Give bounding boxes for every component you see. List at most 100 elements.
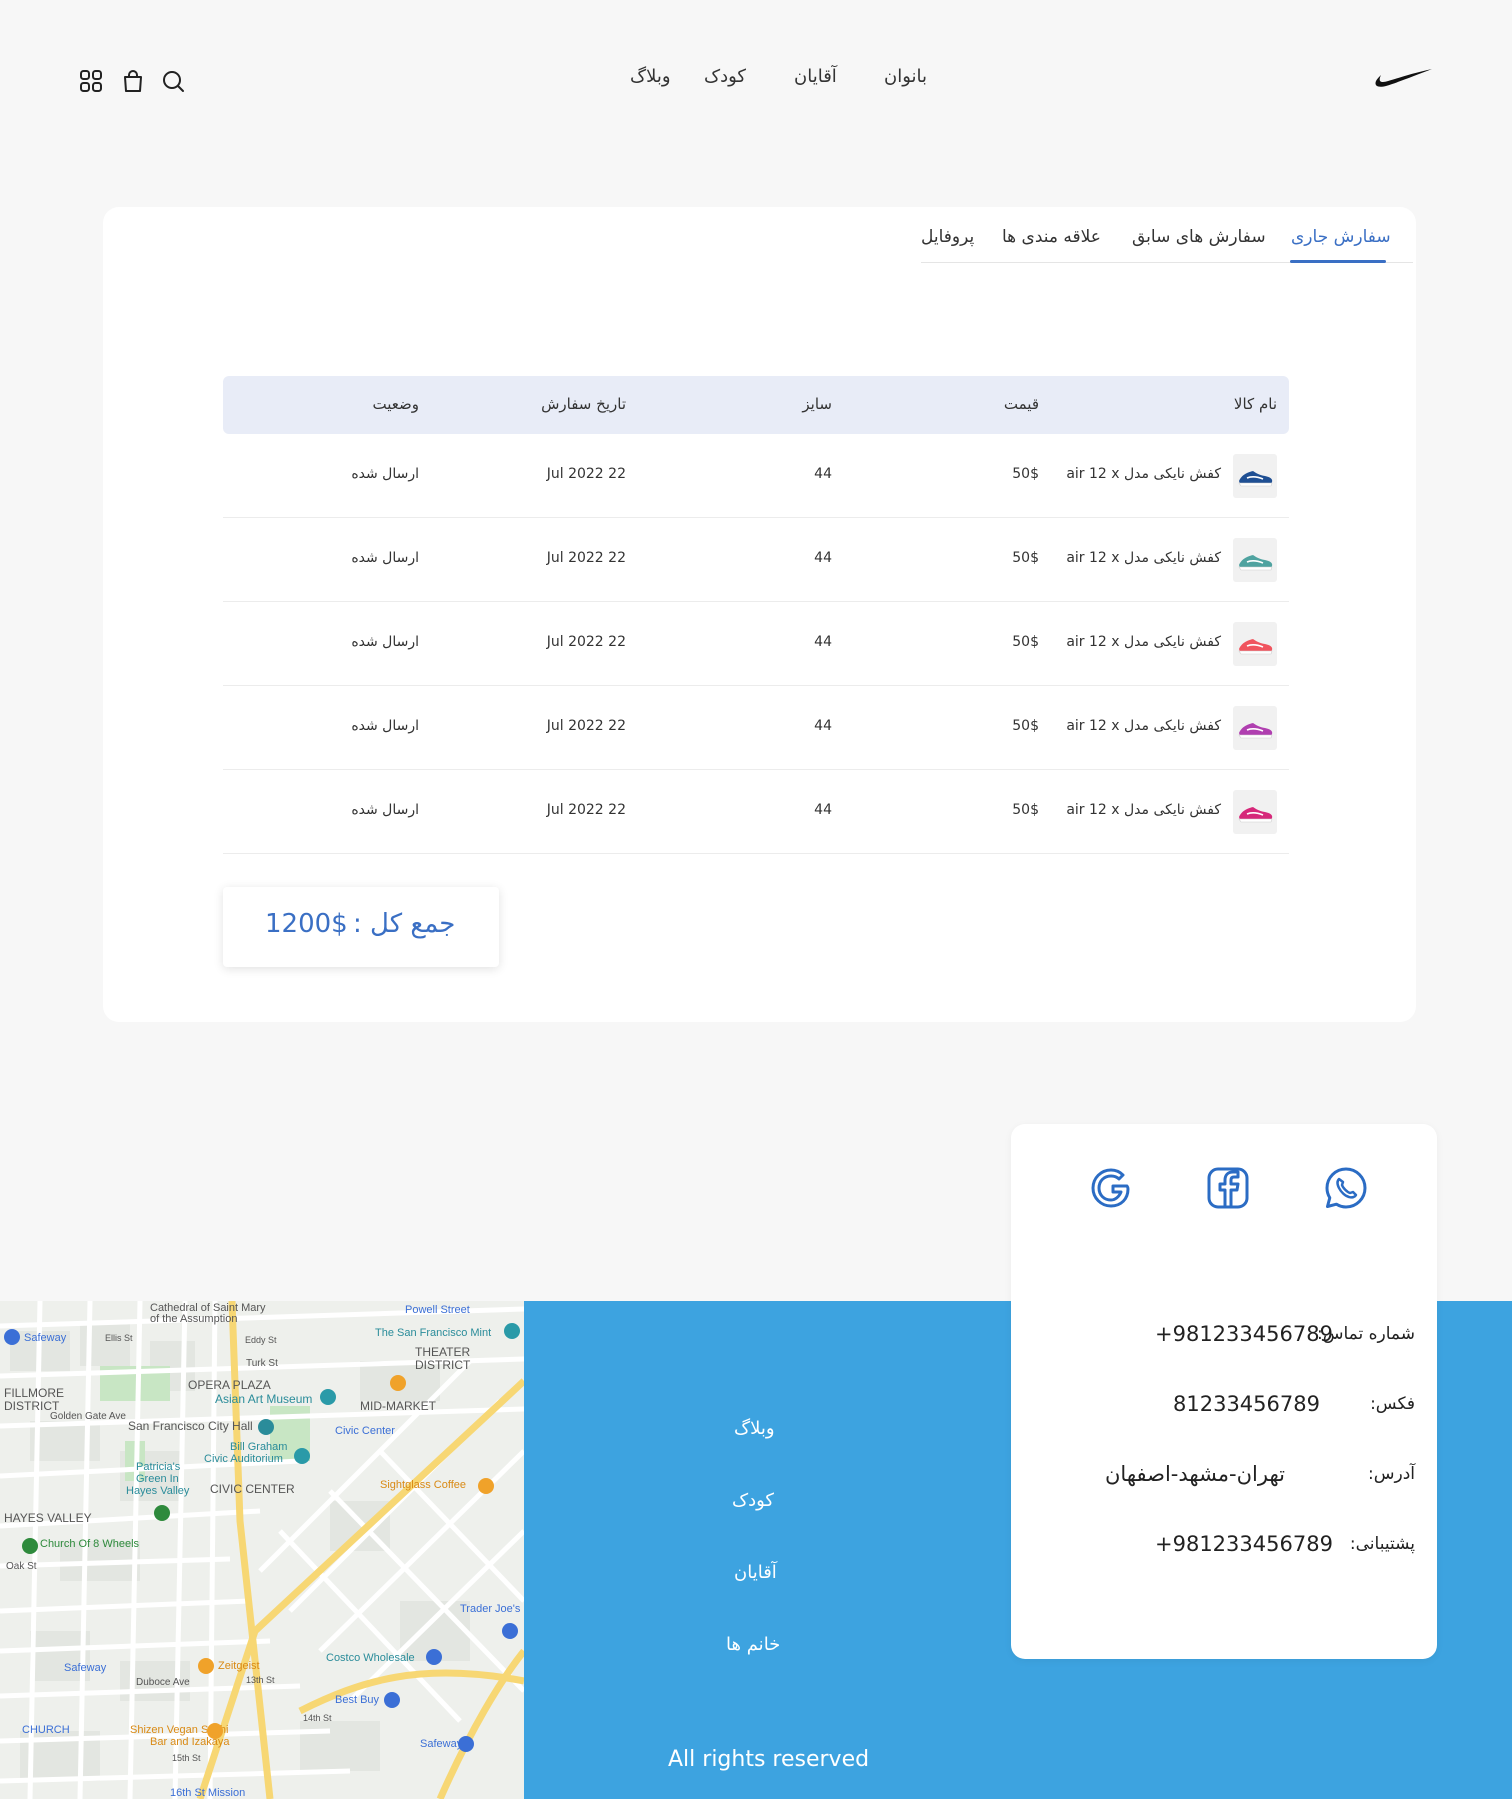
svg-text:Green In: Green In <box>136 1473 179 1485</box>
copyright-text: All rights reserved <box>668 1747 870 1772</box>
product-name: کفش نایکی مدل air 12 x <box>1066 718 1221 734</box>
order-date: 22 Jul 2022 <box>546 802 626 818</box>
svg-text:of the Assumption: of the Assumption <box>150 1313 237 1325</box>
whatsapp-icon[interactable] <box>1322 1164 1370 1212</box>
search-icon[interactable] <box>160 68 186 94</box>
tab-favorites[interactable]: علاقه مندی ها <box>1002 227 1101 247</box>
product-thumbnail[interactable] <box>1233 538 1277 582</box>
product-size: 44 <box>814 634 832 650</box>
product-thumbnail[interactable] <box>1233 454 1277 498</box>
footer-link-women[interactable]: خانم ها <box>726 1634 780 1655</box>
support-label: پشتیبانی: <box>1349 1534 1415 1554</box>
location-map[interactable]: Powell Street Cathedral of Saint Mary of… <box>0 1301 524 1799</box>
product-price: 50$ <box>1012 718 1039 734</box>
product-size: 44 <box>814 550 832 566</box>
svg-text:Oak St: Oak St <box>6 1561 37 1572</box>
address-label: آدرس: <box>1368 1464 1415 1484</box>
contact-card: شماره تماس: +981233456789 فکس: 812334567… <box>1011 1124 1437 1659</box>
header-status: وضعیت <box>372 395 419 413</box>
svg-text:CIVIC CENTER: CIVIC CENTER <box>210 1482 295 1496</box>
total-value: 1200$ <box>265 909 348 939</box>
svg-text:Best Buy: Best Buy <box>335 1694 380 1706</box>
svg-text:Patricia's: Patricia's <box>136 1461 181 1473</box>
svg-text:Powell Street: Powell Street <box>405 1304 470 1316</box>
svg-text:Duboce Ave: Duboce Ave <box>136 1677 190 1688</box>
svg-text:San Francisco City Hall: San Francisco City Hall <box>128 1419 253 1433</box>
product-name: کفش نایکی مدل air 12 x <box>1066 802 1221 818</box>
address-value: تهران-مشهد-اصفهان <box>1105 1462 1285 1486</box>
fax-value: 81233456789 <box>1173 1392 1320 1416</box>
product-thumbnail[interactable] <box>1233 790 1277 834</box>
nav-men[interactable]: آقایان <box>794 66 837 87</box>
svg-text:MID-MARKET: MID-MARKET <box>360 1399 437 1413</box>
table-header: نام کالا قیمت سایز تاریخ سفارش وضعیت <box>223 376 1289 434</box>
order-date: 22 Jul 2022 <box>546 634 626 650</box>
product-name: کفش نایکی مدل air 12 x <box>1066 550 1221 566</box>
footer-link-kids[interactable]: کودک <box>732 1490 774 1511</box>
order-status: ارسال شده <box>351 802 419 818</box>
menu-grid-icon[interactable] <box>78 68 104 94</box>
tab-profile[interactable]: پروفایل <box>921 227 974 247</box>
nav-blog[interactable]: وبلاگ <box>630 66 671 87</box>
product-thumbnail[interactable] <box>1233 706 1277 750</box>
svg-text:Safeway: Safeway <box>420 1738 463 1750</box>
fax-label: فکس: <box>1370 1394 1415 1414</box>
active-tab-indicator <box>1290 260 1386 263</box>
svg-text:Zeitgeist: Zeitgeist <box>218 1660 260 1672</box>
footer-link-blog[interactable]: وبلاگ <box>734 1418 775 1439</box>
orders-card: سفارش جاری سفارش های سابق علاقه مندی ها … <box>103 207 1416 1022</box>
table-row[interactable]: کفش نایکی مدل air 12 x 50$ 44 22 Jul 202… <box>223 686 1289 770</box>
svg-text:CHURCH: CHURCH <box>22 1724 70 1736</box>
product-price: 50$ <box>1012 802 1039 818</box>
table-row[interactable]: کفش نایکی مدل air 12 x 50$ 44 22 Jul 202… <box>223 770 1289 854</box>
order-status: ارسال شده <box>351 550 419 566</box>
tab-past-orders[interactable]: سفارش های سابق <box>1132 227 1266 247</box>
tab-current-order[interactable]: سفارش جاری <box>1291 227 1391 247</box>
footer-link-men[interactable]: آقایان <box>734 1562 777 1583</box>
product-price: 50$ <box>1012 550 1039 566</box>
svg-text:14th St: 14th St <box>303 1713 332 1723</box>
nike-logo[interactable] <box>1374 66 1434 92</box>
svg-text:Turk St: Turk St <box>246 1358 278 1369</box>
svg-text:FILLMORE: FILLMORE <box>4 1386 64 1400</box>
nav-women[interactable]: بانوان <box>884 66 927 87</box>
order-date: 22 Jul 2022 <box>546 550 626 566</box>
phone-value[interactable]: +981233456789 <box>1155 1322 1333 1346</box>
svg-text:Civic Auditorium: Civic Auditorium <box>204 1453 283 1465</box>
header-price: قیمت <box>1003 395 1039 413</box>
support-value[interactable]: +981233456789 <box>1155 1532 1333 1556</box>
svg-text:THEATER: THEATER <box>415 1345 470 1359</box>
table-row[interactable]: کفش نایکی مدل air 12 x 50$ 44 22 Jul 202… <box>223 434 1289 518</box>
shopping-bag-icon[interactable] <box>120 68 146 94</box>
svg-text:Sightglass Coffee: Sightglass Coffee <box>380 1479 466 1491</box>
header-product-name: نام کالا <box>1233 395 1277 413</box>
table-row[interactable]: کفش نایکی مدل air 12 x 50$ 44 22 Jul 202… <box>223 518 1289 602</box>
nav-kids[interactable]: کودک <box>704 66 746 87</box>
svg-text:The San Francisco Mint: The San Francisco Mint <box>375 1327 491 1339</box>
order-status: ارسال شده <box>351 634 419 650</box>
product-thumbnail[interactable] <box>1233 622 1277 666</box>
product-price: 50$ <box>1012 634 1039 650</box>
facebook-icon[interactable] <box>1204 1164 1252 1212</box>
order-date: 22 Jul 2022 <box>546 718 626 734</box>
svg-text:HAYES VALLEY: HAYES VALLEY <box>4 1511 92 1525</box>
table-row[interactable]: کفش نایکی مدل air 12 x 50$ 44 22 Jul 202… <box>223 602 1289 686</box>
total-label: جمع کل : <box>353 909 456 939</box>
svg-text:Trader Joe's: Trader Joe's <box>460 1603 521 1615</box>
site-header: بانوان آقایان کودک وبلاگ <box>0 0 1512 160</box>
svg-text:Safeway: Safeway <box>64 1662 107 1674</box>
order-total-box: جمع کل : 1200$ <box>223 887 499 967</box>
header-order-date: تاریخ سفارش <box>541 395 626 413</box>
header-size: سایز <box>802 395 832 413</box>
product-size: 44 <box>814 466 832 482</box>
svg-text:15th St: 15th St <box>172 1753 201 1763</box>
svg-text:Eddy St: Eddy St <box>245 1335 277 1345</box>
svg-text:16th St Mission: 16th St Mission <box>170 1787 245 1799</box>
svg-text:13th St: 13th St <box>246 1675 275 1685</box>
google-icon[interactable] <box>1087 1164 1135 1212</box>
order-date: 22 Jul 2022 <box>546 466 626 482</box>
svg-text:Hayes Valley: Hayes Valley <box>126 1485 190 1497</box>
svg-text:Civic Center: Civic Center <box>335 1425 395 1437</box>
svg-text:DISTRICT: DISTRICT <box>415 1358 471 1372</box>
svg-text:Asian Art Museum: Asian Art Museum <box>215 1392 312 1406</box>
